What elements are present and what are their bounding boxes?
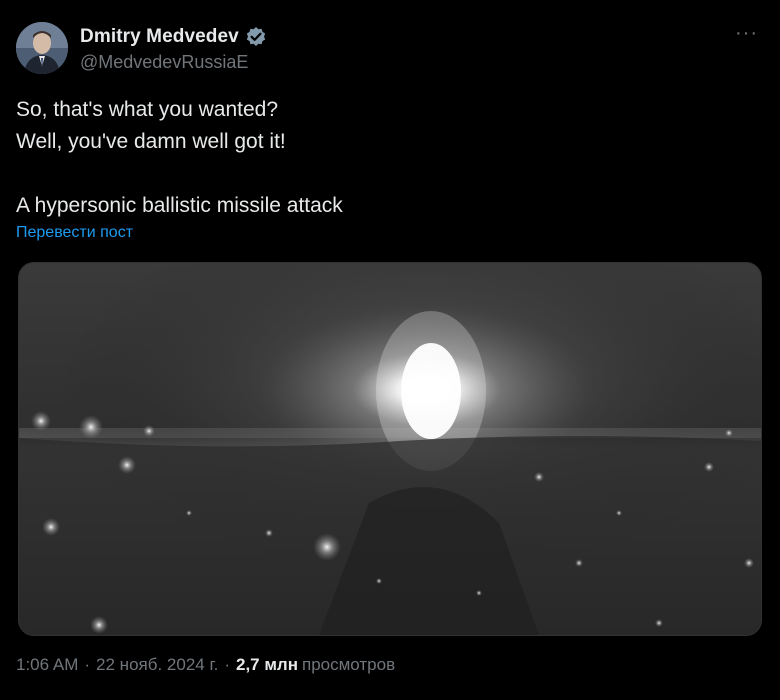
tweet-date[interactable]: 22 нояб. 2024 г. [96,655,218,675]
tweet-time[interactable]: 1:06 AM [16,655,78,675]
avatar[interactable] [16,22,68,74]
tweet: Dmitry Medvedev @MedvedevRussiaE ··· So,… [0,0,780,700]
video-media[interactable] [18,262,762,636]
author-display-name[interactable]: Dmitry Medvedev [80,26,239,48]
tweet-line: So, that's what you wanted? [16,98,279,121]
author-handle[interactable]: @MedvedevRussiaE [80,52,267,73]
tweet-text: So, that's what you wanted? Well, you've… [16,94,756,222]
meta-separator: · [84,655,91,674]
author-names: Dmitry Medvedev @MedvedevRussiaE [80,24,267,73]
avatar-image [16,22,68,74]
more-options-icon[interactable]: ··· [735,23,758,43]
tweet-line: Well, you've damn well got it! [16,130,286,153]
tweet-header: Dmitry Medvedev @MedvedevRussiaE [16,20,267,76]
tweet-meta: 1:06 AM · 22 нояб. 2024 г. · 2,7 млн про… [16,655,395,675]
meta-separator: · [224,655,230,674]
tweet-line: A hypersonic ballistic missile attack [16,194,343,217]
night-explosion-video-icon [19,263,761,635]
views-count: 2,7 млн [235,655,298,674]
name-row: Dmitry Medvedev [80,24,267,50]
translate-post-link[interactable]: Перевести пост [16,224,133,242]
verified-badge-icon[interactable] [245,26,267,48]
views-label: просмотров [301,655,396,674]
